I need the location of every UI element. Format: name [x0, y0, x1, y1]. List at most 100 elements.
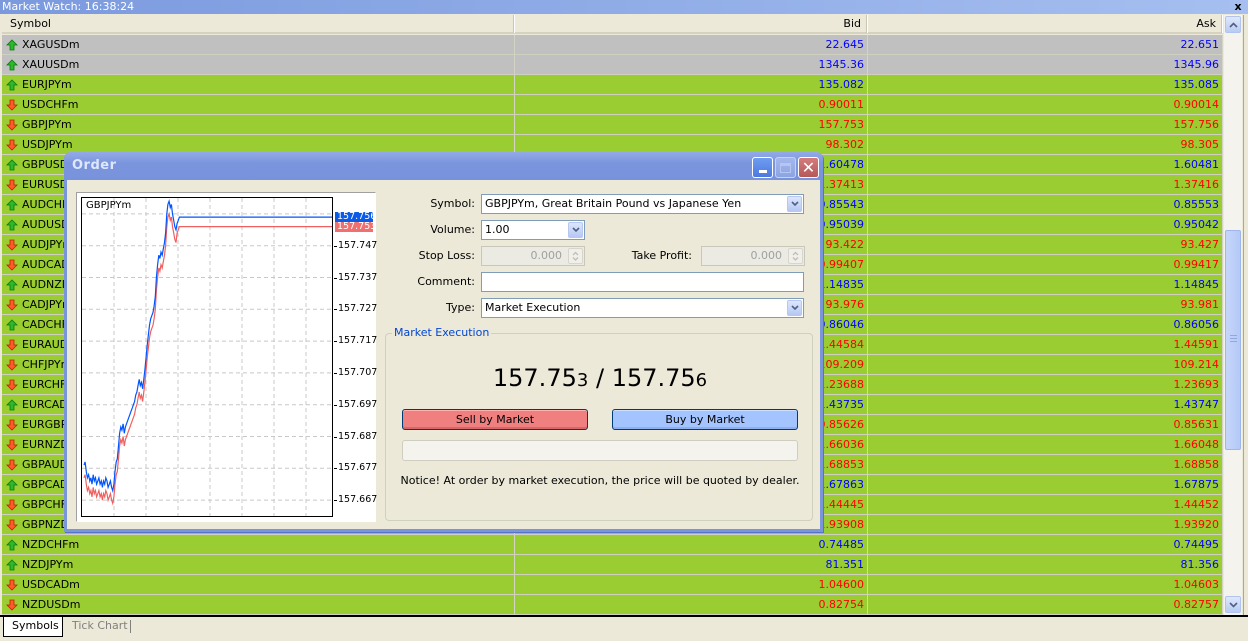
bid-price-last-digit: 3	[576, 370, 589, 391]
symbol-name: NZDCHFm	[22, 538, 80, 551]
ask-cell: 1.67875	[868, 475, 1223, 494]
dialog-title: Order	[72, 158, 117, 173]
column-header-ask[interactable]: Ask	[868, 15, 1223, 33]
market-watch-window: Market Watch: 16:38:24 x Symbol Bid Ask …	[0, 0, 1248, 641]
table-header: Symbol Bid Ask	[2, 15, 1223, 34]
tab-symbols[interactable]: Symbols	[3, 617, 63, 637]
spinner-arrows-icon	[572, 251, 579, 261]
type-select[interactable]: Market Execution	[481, 298, 804, 318]
ask-cell: 1.43747	[868, 395, 1223, 414]
close-icon[interactable]: x	[1232, 0, 1244, 14]
comment-input[interactable]	[481, 272, 804, 292]
arrow-up-icon	[6, 158, 19, 171]
type-label: Type:	[446, 301, 475, 314]
symbol-cell: XAUUSDm	[2, 55, 515, 74]
ask-cell: 0.82757	[868, 595, 1223, 614]
arrow-down-icon	[6, 439, 19, 451]
table-row[interactable]: NZDJPYm 81.351 81.356	[2, 555, 1223, 575]
type-dropdown-button[interactable]	[787, 300, 802, 316]
vertical-scrollbar[interactable]	[1224, 15, 1242, 615]
volume-dropdown-button[interactable]	[568, 222, 583, 238]
ask-cell: 1.44591	[868, 335, 1223, 354]
arrow-down-icon	[6, 119, 19, 131]
series-line-bid	[83, 211, 332, 506]
symbol-name: XAGUSDm	[22, 38, 80, 51]
ask-cell: 1.44452	[868, 495, 1223, 514]
stop-loss-label: Stop Loss:	[418, 249, 475, 262]
table-row[interactable]: XAGUSDm 22.645 22.651	[2, 35, 1223, 55]
symbol-cell: XAGUSDm	[2, 35, 515, 54]
maximize-button	[775, 157, 796, 178]
arrow-up-icon	[6, 38, 19, 51]
scroll-up-button[interactable]	[1225, 16, 1241, 33]
notice-text: Notice! At order by market execution, th…	[400, 474, 800, 487]
ask-cell: 1.60481	[868, 155, 1223, 174]
table-row[interactable]: EURJPYm 135.082 135.085	[2, 75, 1223, 95]
dialog-title-bar[interactable]: Order ✕	[64, 152, 823, 180]
comment-label: Comment:	[417, 275, 475, 288]
take-profit-spinner	[788, 248, 803, 264]
arrow-down-icon	[6, 139, 19, 151]
ask-cell: 1.93920	[868, 515, 1223, 534]
symbol-name: USDJPYm	[22, 138, 73, 151]
minimize-icon	[758, 170, 767, 173]
buy-by-market-button[interactable]: Buy by Market	[612, 409, 798, 430]
symbol-cell: GBPJPYm	[2, 115, 515, 134]
execution-progress-bar	[402, 440, 798, 461]
arrow-down-icon	[6, 499, 19, 511]
ask-cell: 1345.96	[868, 55, 1223, 74]
volume-combo[interactable]: 1.00	[481, 220, 585, 240]
scroll-down-button[interactable]	[1225, 596, 1241, 613]
bid-cell: 157.753	[515, 115, 868, 134]
chart-canvas	[82, 198, 332, 516]
ask-cell: 1.14845	[868, 275, 1223, 294]
ask-cell: 1.66048	[868, 435, 1223, 454]
ask-cell: 1.68858	[868, 455, 1223, 474]
table-row[interactable]: USDCHFm 0.90011 0.90014	[2, 95, 1223, 115]
tab-tick-chart[interactable]: Tick Chart	[64, 617, 136, 637]
ask-cell: 1.04603	[868, 575, 1223, 594]
y-tick-label: 157.707	[333, 366, 378, 378]
column-header-bid[interactable]: Bid	[515, 15, 868, 33]
symbol-name: GBPJPYm	[22, 118, 72, 131]
arrow-up-icon	[6, 198, 19, 211]
column-header-symbol[interactable]: Symbol	[2, 15, 515, 33]
ask-cell: 135.085	[868, 75, 1223, 94]
symbol-label: Symbol:	[430, 197, 475, 210]
symbol-name: EURJPYm	[22, 78, 72, 91]
ask-price-last-digit: 6	[695, 370, 708, 391]
scroll-thumb[interactable]	[1225, 230, 1241, 450]
sell-by-market-button[interactable]: Sell by Market	[402, 409, 588, 430]
price-quote: 157.753 / 157.756	[386, 364, 814, 392]
table-row[interactable]: XAUUSDm 1345.36 1345.96	[2, 55, 1223, 75]
table-row[interactable]: NZDCHFm 0.74485 0.74495	[2, 535, 1223, 555]
ask-cell: 0.95042	[868, 215, 1223, 234]
bid-cell: 22.645	[515, 35, 868, 54]
arrow-down-icon	[6, 339, 19, 351]
ask-cell: 98.305	[868, 135, 1223, 154]
chevron-down-icon	[571, 227, 580, 233]
ask-cell: 109.214	[868, 355, 1223, 374]
symbol-dropdown-button[interactable]	[787, 196, 802, 212]
table-row[interactable]: GBPJPYm 157.753 157.756	[2, 115, 1223, 135]
price-tag-bid: 157.753	[335, 220, 377, 232]
minimize-button[interactable]	[752, 157, 773, 178]
table-row[interactable]: USDCADm 1.04600 1.04603	[2, 575, 1223, 595]
symbol-select[interactable]: GBPJPYm, Great Britain Pound vs Japanese…	[481, 194, 804, 214]
tab-separator	[130, 620, 131, 633]
arrow-up-icon	[6, 58, 19, 71]
arrow-down-icon	[6, 599, 19, 611]
table-row[interactable]: NZDUSDm 0.82754 0.82757	[2, 595, 1223, 615]
symbol-cell: USDCHFm	[2, 95, 515, 114]
arrow-up-icon	[6, 278, 19, 291]
bid-cell: 135.082	[515, 75, 868, 94]
spinner-arrows-icon	[792, 251, 799, 261]
y-tick-label: 157.667	[333, 494, 378, 506]
ask-cell: 0.85631	[868, 415, 1223, 434]
type-select-value: Market Execution	[485, 301, 581, 314]
y-tick-label: 157.727	[333, 303, 378, 315]
close-button[interactable]: ✕	[798, 157, 819, 178]
symbol-name: XAUUSDm	[22, 58, 80, 71]
arrow-down-icon	[6, 259, 19, 271]
arrow-down-icon	[6, 419, 19, 431]
